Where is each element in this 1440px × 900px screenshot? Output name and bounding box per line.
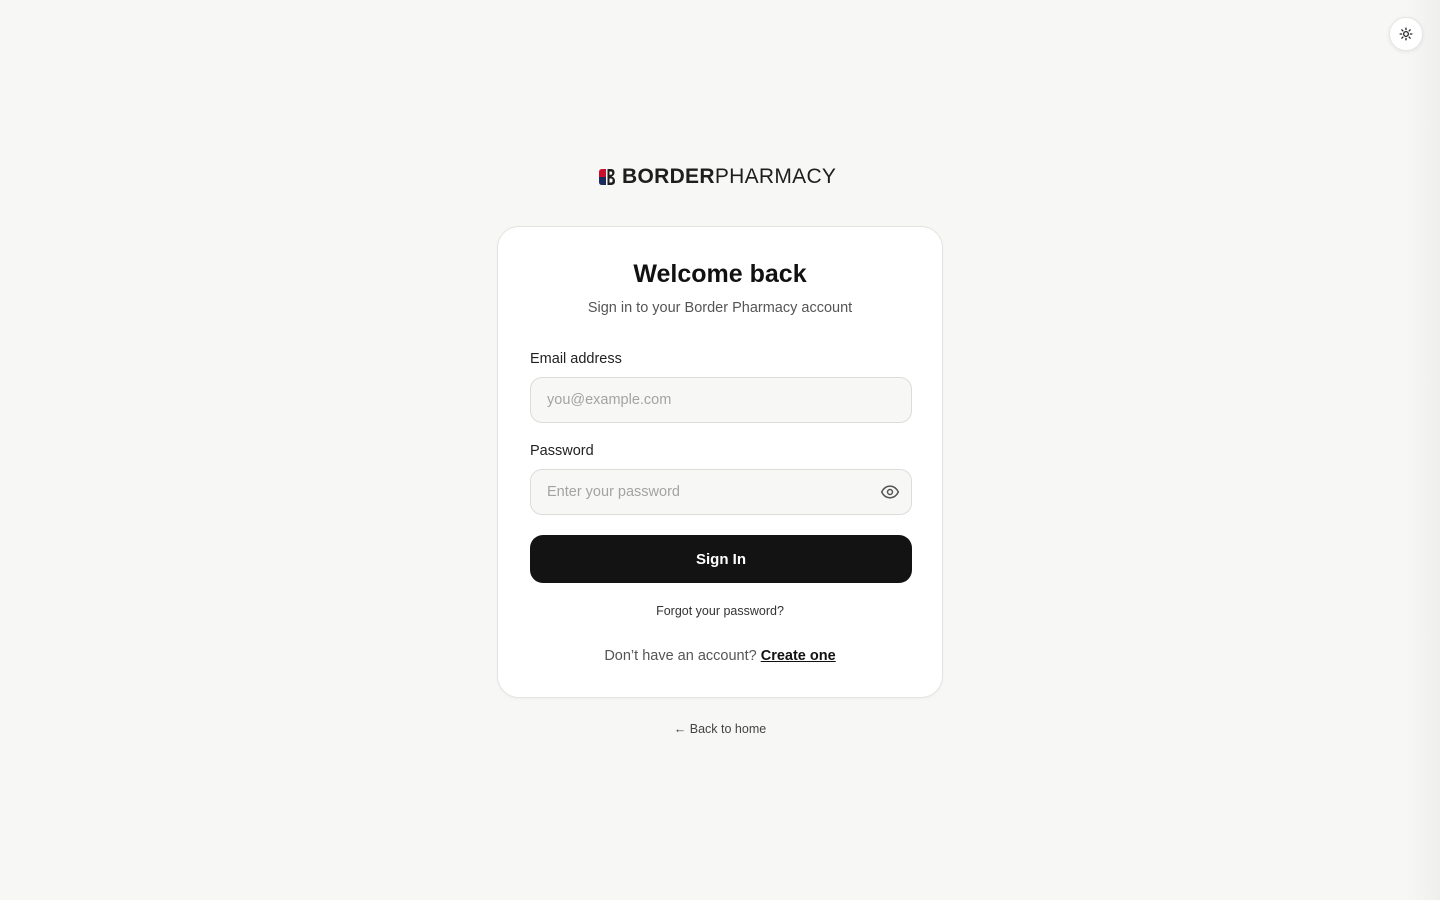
email-label: Email address [530, 351, 622, 367]
email-field[interactable] [547, 392, 895, 408]
email-field-wrapper [530, 377, 912, 423]
sign-in-button[interactable]: Sign In [530, 535, 912, 583]
password-field-wrapper [530, 469, 912, 515]
brand-name-light: PHARMACY [714, 165, 837, 188]
edge-shadow [1406, 0, 1440, 900]
brand-name-bold: BORDER [622, 165, 715, 188]
password-label: Password [530, 443, 594, 459]
forgot-password-link[interactable]: Forgot your password? [498, 604, 942, 618]
signin-card: Welcome back Sign in to your Border Phar… [497, 226, 943, 698]
page-subtitle: Sign in to your Border Pharmacy account [587, 300, 853, 316]
back-to-home-link[interactable]: ← Back to home [0, 722, 1440, 736]
show-password-toggle[interactable] [879, 481, 901, 503]
create-account-link[interactable]: Create one [761, 648, 836, 664]
brand-wordmark: BORDERPHARMACY [622, 165, 836, 189]
eye-icon [880, 485, 900, 499]
signup-prompt: Don’t have an account? Create one [498, 648, 942, 664]
signup-prompt-text: Don’t have an account? [604, 648, 757, 664]
theme-toggle-button[interactable] [1389, 17, 1423, 51]
brand-logo[interactable]: BORDERPHARMACY [598, 165, 848, 189]
pharmacy-logo-icon [599, 169, 615, 185]
sun-icon [1399, 27, 1413, 41]
page-title: Welcome back [633, 260, 807, 288]
password-field[interactable] [547, 484, 879, 500]
